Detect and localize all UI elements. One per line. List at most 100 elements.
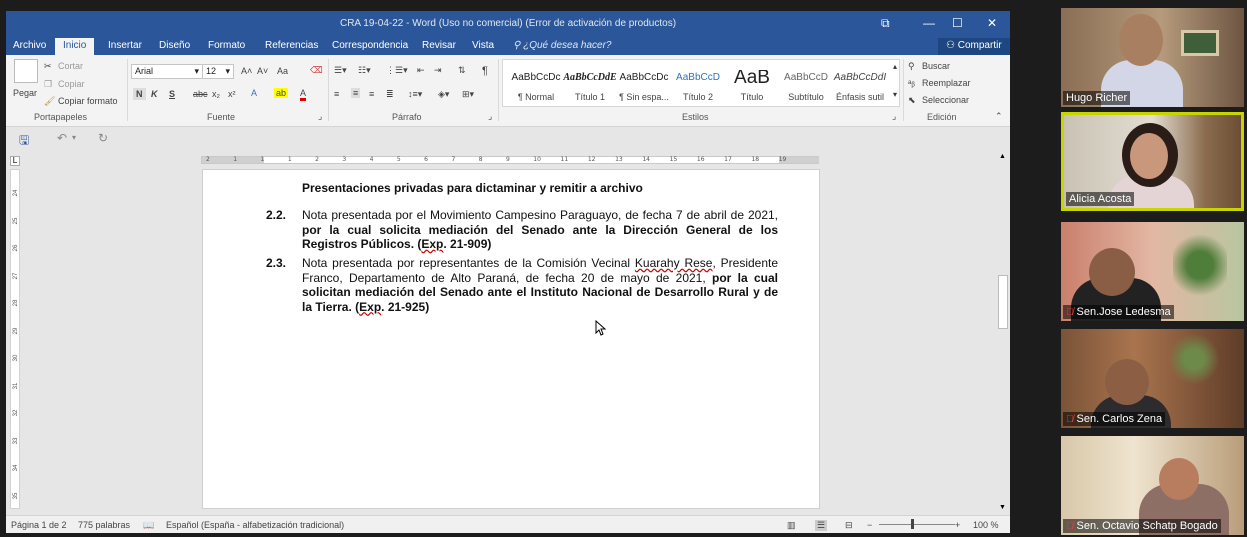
increase-indent-icon[interactable]: ⇥ <box>434 65 442 76</box>
decrease-indent-icon[interactable]: ⇤ <box>417 65 425 76</box>
style-sin-espaciado[interactable]: AaBbCcDc ¶ Sin espa... <box>617 70 671 102</box>
tab-formato[interactable]: Formato <box>208 40 245 51</box>
scrollbar-thumb[interactable] <box>998 275 1008 329</box>
print-layout-icon[interactable]: ☰ <box>815 520 828 531</box>
gallery-scroll-up-icon[interactable]: ▴ <box>893 62 897 71</box>
select-arrow-icon[interactable]: ⬉ <box>908 95 916 106</box>
paste-button[interactable]: Pegar <box>13 88 37 98</box>
align-left-icon[interactable]: ≡ <box>334 89 339 99</box>
tab-referencias[interactable]: Referencias <box>265 40 318 51</box>
clipboard-icon[interactable] <box>14 59 38 83</box>
strikethrough-button[interactable]: abc <box>193 89 208 99</box>
copy-button[interactable]: Copiar <box>58 79 85 89</box>
tab-diseno[interactable]: Diseño <box>159 40 190 51</box>
change-case-button[interactable]: Aa <box>277 66 288 76</box>
dialog-launcher-icon[interactable]: ⌟ <box>892 111 896 122</box>
italic-button[interactable]: K <box>151 89 158 99</box>
vertical-ruler[interactable]: 24 25 26 27 28 29 30 31 32 33 34 35 <box>10 169 20 509</box>
dialog-launcher-icon[interactable]: ⌟ <box>488 111 492 122</box>
zoom-slider[interactable] <box>879 524 955 525</box>
tab-correspondencia[interactable]: Correspondencia <box>332 40 408 51</box>
zoom-slider-thumb[interactable] <box>911 519 914 529</box>
participant-video[interactable]: 🎙̸ Sen. Carlos Zena <box>1061 329 1244 428</box>
document-page[interactable]: Presentaciones privadas para dictaminar … <box>202 169 820 509</box>
superscript-button[interactable]: x² <box>228 89 236 99</box>
read-mode-icon[interactable]: ▥ <box>787 520 796 531</box>
share-button[interactable]: ⚇ Compartir <box>938 38 1010 55</box>
maximize-button[interactable]: ☐ <box>952 16 963 30</box>
select-button[interactable]: Seleccionar <box>922 95 969 105</box>
shrink-font-button[interactable]: A˅ <box>257 66 268 76</box>
style-subtitulo[interactable]: AaBbCcD Subtítulo <box>779 70 833 102</box>
close-button[interactable]: ✕ <box>987 16 997 30</box>
format-painter-button[interactable]: Copiar formato <box>58 96 118 106</box>
scissors-icon[interactable]: ✂ <box>44 61 52 72</box>
collapse-ribbon-icon[interactable]: ⌃ <box>995 111 1003 122</box>
style-titulo-2[interactable]: AaBbCcD Título 2 <box>671 70 725 102</box>
shading-icon[interactable]: ◈▾ <box>438 89 449 100</box>
style-normal[interactable]: AaBbCcDc ¶ Normal <box>509 70 563 102</box>
scroll-down-icon[interactable]: ▼ <box>999 504 1006 511</box>
zoom-out-button[interactable]: − <box>867 520 872 530</box>
scroll-up-icon[interactable]: ▲ <box>999 153 1006 160</box>
proofing-icon[interactable]: 📖 <box>143 520 154 531</box>
style-titulo[interactable]: AaB Título <box>725 70 779 102</box>
tab-insertar[interactable]: Insertar <box>108 40 142 51</box>
font-name-select[interactable]: Arial ▾ <box>131 64 203 79</box>
bullets-icon[interactable]: ☰▾ <box>334 65 347 76</box>
participant-video[interactable]: 🎙̸ Sen.Jose Ledesma <box>1061 222 1244 321</box>
zoom-level[interactable]: 100 % <box>973 520 999 530</box>
numbering-icon[interactable]: ☷▾ <box>358 65 371 76</box>
dialog-launcher-icon[interactable]: ⌟ <box>318 111 322 122</box>
sort-icon[interactable]: ⇅ <box>458 65 466 76</box>
copy-icon[interactable]: ❐ <box>44 79 52 90</box>
tab-inicio[interactable]: Inicio <box>55 38 95 55</box>
multilevel-list-icon[interactable]: ⋮☰▾ <box>386 65 408 76</box>
clear-format-icon[interactable]: ⌫ <box>310 65 323 76</box>
text-effects-icon[interactable]: A <box>251 88 257 98</box>
align-right-icon[interactable]: ≡ <box>369 89 374 99</box>
cut-button[interactable]: Cortar <box>58 61 83 71</box>
style-enfasis-sutil[interactable]: AaBbCcDdI Énfasis sutil <box>833 70 887 102</box>
search-icon[interactable]: ⚲ <box>908 61 915 72</box>
tab-revisar[interactable]: Revisar <box>422 40 456 51</box>
tab-archivo[interactable]: Archivo <box>13 40 46 51</box>
replace-icon[interactable]: ᵃᵦ <box>908 78 915 88</box>
tab-selector-icon[interactable]: L <box>10 156 20 166</box>
justify-icon[interactable]: ≣ <box>386 89 394 100</box>
tab-vista[interactable]: Vista <box>472 40 494 51</box>
participant-video[interactable]: 🎙̸ Sen. Octavio Schatp Bogado <box>1061 436 1244 535</box>
subscript-button[interactable]: x₂ <box>212 89 220 99</box>
underline-button[interactable]: S <box>169 89 175 99</box>
word-count[interactable]: 775 palabras <box>78 520 130 530</box>
replace-button[interactable]: Reemplazar <box>922 78 971 88</box>
participant-video[interactable]: Hugo Richer <box>1061 8 1244 107</box>
zoom-in-button[interactable]: + <box>955 520 960 530</box>
show-formatting-button[interactable]: ¶ <box>482 65 488 77</box>
borders-icon[interactable]: ⊞▾ <box>462 89 474 100</box>
grow-font-button[interactable]: A˄ <box>241 66 252 76</box>
font-size-select[interactable]: 12 ▾ <box>202 64 234 79</box>
language-status[interactable]: Español (España - alfabetización tradici… <box>166 520 344 530</box>
brush-icon[interactable]: 🖌 <box>44 96 55 107</box>
line-spacing-icon[interactable]: ↕≡▾ <box>408 89 422 100</box>
vertical-scrollbar[interactable]: ▲ ▼ <box>998 153 1008 511</box>
bold-button[interactable]: N <box>133 88 146 100</box>
highlight-icon[interactable]: ab <box>274 88 289 98</box>
style-titulo-1[interactable]: AaBbCcDdE Título 1 <box>563 70 617 102</box>
page-count[interactable]: Página 1 de 2 <box>11 520 67 530</box>
find-button[interactable]: Buscar <box>922 61 950 71</box>
align-center-icon[interactable]: ≡ <box>351 88 361 98</box>
gallery-more-icon[interactable]: ▾ <box>893 90 897 99</box>
horizontal-ruler[interactable]: 2 1 1 1 2 3 4 5 6 7 8 9 10 11 12 13 14 15 16 17 18 19 <box>201 156 819 164</box>
web-layout-icon[interactable]: ⊟ <box>845 520 853 531</box>
ribbon-display-icon[interactable]: ⧉ <box>881 16 890 31</box>
tell-me-search[interactable]: ⚲ ¿Qué desea hacer? <box>513 40 612 51</box>
redo-icon[interactable]: ↻ <box>98 131 108 145</box>
undo-icon[interactable]: ↶ <box>57 131 67 145</box>
save-icon[interactable]: 🖫 <box>19 131 29 152</box>
minimize-button[interactable]: — <box>923 16 935 30</box>
participant-video-active-speaker[interactable]: Alicia Acosta <box>1061 112 1244 211</box>
font-color-icon[interactable]: A <box>300 88 307 101</box>
chevron-down-icon[interactable]: ▾ <box>72 133 76 142</box>
